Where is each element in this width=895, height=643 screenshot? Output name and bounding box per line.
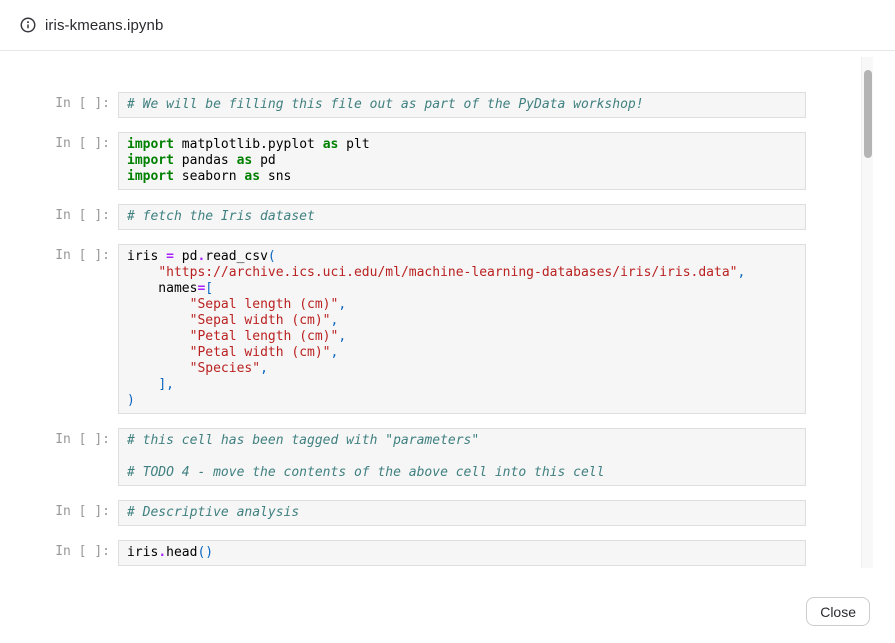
code-cell: # fetch the Iris dataset	[118, 204, 806, 230]
close-button[interactable]: Close	[806, 597, 870, 626]
code-cell: # We will be filling this file out as pa…	[118, 92, 806, 118]
scrollbar-thumb[interactable]	[864, 70, 872, 158]
cell-prompt: In [ ]:	[48, 92, 110, 112]
cell-prompt: In [ ]:	[48, 132, 110, 152]
notebook-cell-row: In [ ]: # fetch the Iris dataset	[48, 204, 806, 230]
cell-prompt: In [ ]:	[48, 204, 110, 224]
notebook-cell-row: In [ ]: import matplotlib.pyplot as plt i…	[48, 132, 806, 190]
code-cell: import matplotlib.pyplot as plt import p…	[118, 132, 806, 190]
code-cell: iris.head()	[118, 540, 806, 566]
notebook-cell-row: In [ ]: # We will be filling this file ou…	[48, 92, 806, 118]
cell-prompt: In [ ]:	[48, 428, 110, 448]
info-icon[interactable]	[20, 17, 36, 33]
code-cell: # Descriptive analysis	[118, 500, 806, 526]
notebook-cell-row: In [ ]: iris.head()	[48, 540, 806, 566]
notebook-cells: In [ ]: # We will be filling this file ou…	[48, 92, 806, 566]
cell-prompt: In [ ]:	[48, 540, 110, 560]
notebook-cell-row: In [ ]: iris = pd.read_csv( "https://arch…	[48, 244, 806, 414]
modal-header: iris-kmeans.ipynb	[0, 0, 895, 51]
notebook-cell-row: In [ ]: # this cell has been tagged with …	[48, 428, 806, 486]
notebook-preview: In [ ]: # We will be filling this file ou…	[0, 52, 861, 568]
cell-prompt: In [ ]:	[48, 244, 110, 264]
cell-prompt: In [ ]:	[48, 500, 110, 520]
code-cell: # this cell has been tagged with "parame…	[118, 428, 806, 486]
scrollbar-track[interactable]	[861, 57, 873, 568]
file-title: iris-kmeans.ipynb	[45, 17, 163, 34]
code-cell: iris = pd.read_csv( "https://archive.ics…	[118, 244, 806, 414]
notebook-cell-row: In [ ]: # Descriptive analysis	[48, 500, 806, 526]
